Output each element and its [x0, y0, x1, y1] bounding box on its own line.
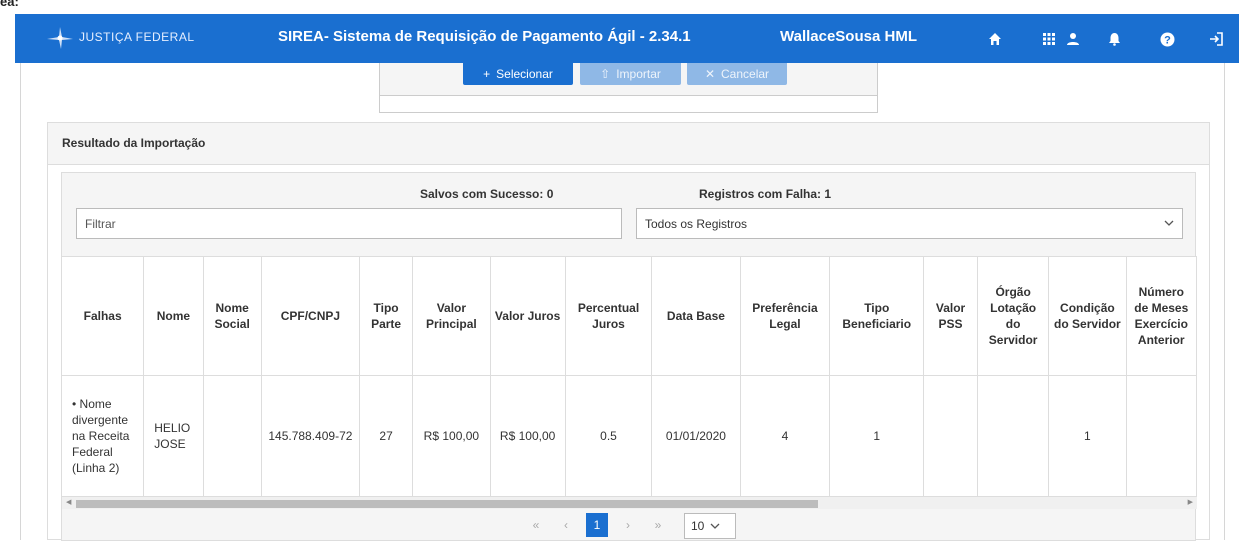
app-title: SIREA- Sistema de Requisição de Pagament…	[278, 28, 691, 45]
column-header[interactable]: Nome	[143, 257, 204, 376]
logo-emblem-icon	[45, 25, 73, 49]
top-strip: ea:	[0, 0, 1239, 14]
column-header[interactable]: Órgão Lotação do Servidor	[977, 257, 1050, 376]
select-file-button[interactable]: + Selecionar	[463, 63, 573, 85]
cell-percentual-juros: 0.5	[565, 375, 653, 496]
column-header[interactable]: Tipo Beneficiario	[829, 257, 925, 376]
column-header[interactable]: Número de Meses Exercício Anterior	[1126, 257, 1197, 376]
cell-condicao-servidor: 1	[1048, 375, 1127, 496]
horizontal-scrollbar[interactable]: ◀ ▶	[62, 496, 1197, 509]
column-header[interactable]: Valor Principal	[412, 257, 491, 376]
cell-nome: HELIO JOSE	[143, 375, 204, 496]
column-header[interactable]: Nome Social	[203, 257, 262, 376]
import-result-panel: Resultado da Importação Salvos com Suces…	[47, 122, 1210, 541]
close-icon: ✕	[704, 67, 716, 81]
column-header[interactable]: Percentual Juros	[565, 257, 653, 376]
column-header[interactable]: Data Base	[651, 257, 741, 376]
scrollbar-thumb[interactable]	[76, 500, 818, 508]
plus-icon: +	[483, 67, 491, 81]
cell-cpf: 145.788.409-72	[261, 375, 361, 496]
navbar: JUSTIÇA FEDERAL SIREA- Sistema de Requis…	[15, 14, 1239, 63]
import-button[interactable]: ⇧ Importar	[580, 63, 681, 85]
select-file-label: Selecionar	[496, 67, 553, 81]
cell-data-base: 01/01/2020	[651, 375, 741, 496]
cell-nome-social	[203, 375, 262, 496]
results-table: Falhas Nome Nome Social CPF/CNPJ Tipo Pa…	[62, 257, 1197, 496]
results-table-container[interactable]: Falhas Nome Nome Social CPF/CNPJ Tipo Pa…	[62, 256, 1197, 496]
table-row: • Nome divergente na Receita Federal (Li…	[62, 375, 1197, 496]
next-page-button[interactable]: ›	[620, 513, 636, 537]
cell-valor-pss	[923, 375, 978, 496]
last-page-button[interactable]: »	[650, 513, 666, 537]
logout-icon[interactable]	[1205, 28, 1227, 50]
column-header[interactable]: Preferência Legal	[740, 257, 831, 376]
column-header[interactable]: Falhas	[62, 257, 145, 376]
saved-count: Salvos com Sucesso: 0	[420, 187, 554, 201]
result-content: Salvos com Sucesso: 0 Registros com Falh…	[61, 172, 1197, 541]
column-header[interactable]: Valor PSS	[923, 257, 978, 376]
filter-input[interactable]: Filtrar	[76, 208, 622, 239]
previous-page-button[interactable]: ‹	[558, 513, 574, 537]
chevron-down-icon	[710, 523, 720, 529]
page-size-value: 10	[691, 519, 705, 533]
cell-valor-principal: R$ 100,00	[412, 375, 491, 496]
home-icon[interactable]	[984, 28, 1006, 50]
cell-tipo-parte: 27	[359, 375, 414, 496]
bell-icon[interactable]	[1103, 28, 1125, 50]
justica-federal-logo[interactable]: JUSTIÇA FEDERAL	[45, 25, 195, 49]
table-header-row: Falhas Nome Nome Social CPF/CNPJ Tipo Pa…	[62, 257, 1197, 376]
failed-count: Registros com Falha: 1	[699, 187, 832, 201]
panel-title: Resultado da Importação	[48, 123, 1209, 165]
upload-icon: ⇧	[600, 67, 611, 81]
cancel-button[interactable]: ✕ Cancelar	[687, 63, 787, 85]
scroll-left-icon[interactable]: ◀	[66, 498, 71, 506]
first-page-button[interactable]: «	[528, 513, 544, 537]
records-filter-select[interactable]: Todos os Registros	[636, 208, 1183, 239]
user-name[interactable]: WallaceSousa HML	[780, 28, 917, 45]
user-icon[interactable]	[1062, 28, 1084, 50]
import-label: Importar	[616, 67, 661, 81]
cell-orgao-lotacao	[977, 375, 1050, 496]
cell-valor-juros: R$ 100,00	[490, 375, 566, 496]
svg-text:?: ?	[1164, 34, 1171, 46]
scroll-right-icon[interactable]: ▶	[1188, 498, 1193, 506]
chevron-down-icon	[1164, 217, 1174, 231]
cell-preferencia-legal: 4	[740, 375, 831, 496]
help-icon[interactable]: ?	[1156, 28, 1178, 50]
content-frame-right	[1224, 63, 1225, 540]
column-header[interactable]: Tipo Parte	[359, 257, 414, 376]
page-size-select[interactable]: 10	[684, 513, 736, 539]
top-strip-text: ea:	[0, 0, 19, 9]
records-filter-value: Todos os Registros	[645, 217, 748, 231]
column-header[interactable]: CPF/CNPJ	[261, 257, 361, 376]
cell-tipo-beneficiario: 1	[829, 375, 925, 496]
current-page-button[interactable]: 1	[586, 513, 608, 537]
cancel-label: Cancelar	[721, 67, 770, 81]
logo-text: JUSTIÇA FEDERAL	[79, 30, 195, 44]
pagination: « ‹ 1 › » 10	[62, 513, 1197, 539]
cell-numero-meses	[1126, 375, 1197, 496]
content-frame-left	[20, 63, 21, 540]
cell-falhas: • Nome divergente na Receita Federal (Li…	[62, 375, 145, 496]
column-header[interactable]: Valor Juros	[490, 257, 566, 376]
column-header[interactable]: Condição do Servidor	[1048, 257, 1127, 376]
apps-grid-icon[interactable]	[1038, 28, 1060, 50]
